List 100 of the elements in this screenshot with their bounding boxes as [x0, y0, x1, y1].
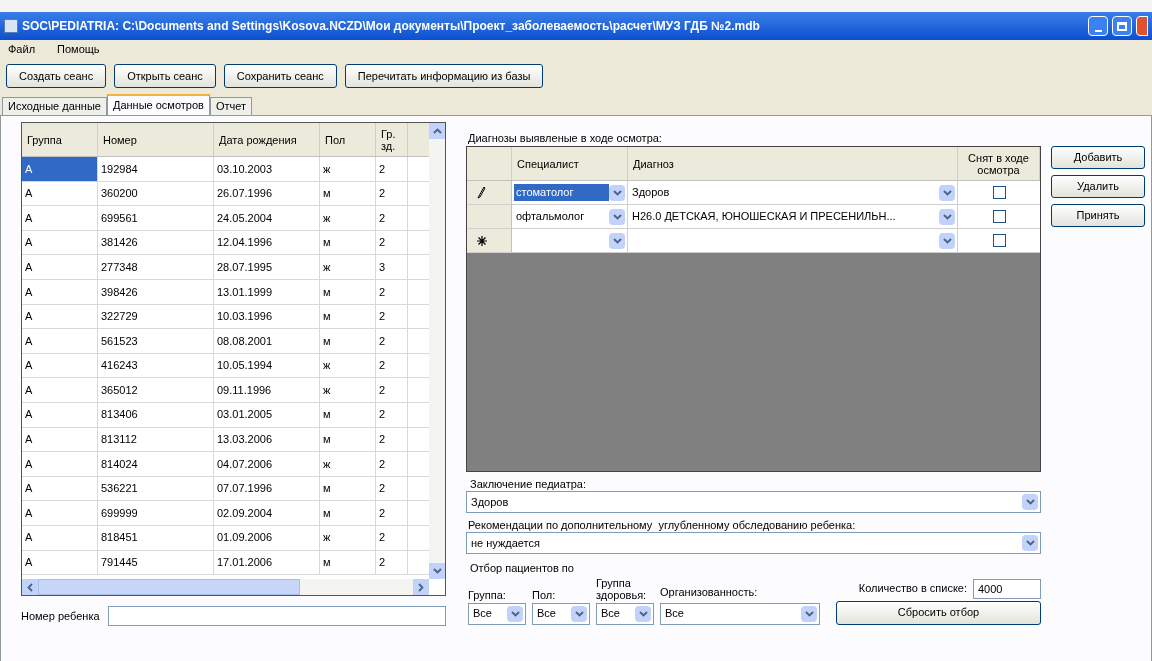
table-cell: A [22, 402, 98, 427]
row-header[interactable] [467, 181, 512, 204]
table-cell: A [22, 230, 98, 255]
table-cell: 365012 [98, 378, 214, 402]
specialist-field[interactable]: офтальмолог [514, 208, 609, 225]
table-cell: 2 [376, 378, 408, 402]
button[interactable]: Сбросить отбор [836, 600, 1041, 625]
table-cell: 813406 [98, 402, 214, 427]
table-cell: 2 [376, 476, 408, 501]
button[interactable]: Открыть сеанс [114, 64, 216, 88]
table-cell: 381426 [98, 230, 214, 255]
count-field[interactable]: 4000 [973, 578, 1041, 599]
recommendations-dropdown[interactable]: не нуждается [466, 532, 1041, 554]
scroll-thumb[interactable] [38, 579, 300, 595]
tab[interactable]: Данные осмотров [106, 94, 210, 115]
table-cell: 10.05.1994 [214, 353, 320, 378]
table-cell: A [22, 427, 98, 452]
child-number-field[interactable] [107, 606, 446, 626]
checkbox[interactable] [992, 210, 1006, 223]
table-cell: 02.09.2004 [214, 501, 320, 525]
table-cell: A [22, 181, 98, 206]
table-cell: ж [320, 353, 376, 378]
conclusion-dropdown[interactable]: Здоров [466, 491, 1041, 513]
table-cell: 2 [376, 181, 408, 206]
table-cell: м [320, 501, 376, 525]
table-cell: м [320, 230, 376, 255]
table-cell: A [22, 304, 98, 329]
filter-dropdown[interactable]: Все [660, 602, 820, 625]
button[interactable]: Удалить [1051, 175, 1145, 198]
scroll-left-icon[interactable] [22, 579, 38, 595]
column-header[interactable]: Гр. зд. [376, 123, 408, 156]
column-header[interactable]: Номер [98, 123, 214, 156]
menu-item[interactable]: Помощь [57, 40, 100, 58]
table-cell: 813112 [98, 427, 214, 452]
table-cell: 699999 [98, 501, 214, 525]
table-cell: м [320, 427, 376, 452]
table-cell: 536221 [98, 476, 214, 501]
column-header[interactable]: Диагноз [628, 147, 958, 180]
table-cell: 2 [376, 353, 408, 378]
section-label: Диагнозы выявленые в ходе осмотра: [467, 131, 663, 146]
field-label: Номер ребенка [21, 608, 100, 624]
table-cell: 791445 [98, 550, 214, 575]
table-cell: A [22, 206, 98, 230]
table-cell: 360200 [98, 181, 214, 206]
maximize-button[interactable] [1112, 16, 1132, 36]
table-cell: A [22, 378, 98, 402]
checkbox[interactable] [992, 234, 1006, 247]
button[interactable]: Добавить [1051, 146, 1145, 169]
table-cell: ж [320, 157, 376, 181]
table-cell: 818451 [98, 525, 214, 550]
table-cell: 2 [376, 304, 408, 329]
table-cell: 192984 [98, 157, 214, 181]
column-header[interactable]: Специалист [512, 147, 628, 180]
column-header[interactable]: Группа [22, 123, 98, 156]
close-button[interactable] [1136, 16, 1148, 36]
table-cell: ж [320, 452, 376, 476]
button[interactable]: Перечитать информацию из базы [344, 64, 544, 88]
field-label: Организованность: [660, 585, 759, 600]
table-cell: 2 [376, 279, 408, 304]
specialist-field[interactable]: стоматолог [514, 184, 609, 201]
table-cell: 13.01.1999 [214, 279, 320, 304]
filter-dropdown[interactable]: Все [532, 602, 590, 625]
table-cell: 2 [376, 157, 408, 181]
filter-dropdown[interactable]: Все [596, 602, 654, 625]
table-cell: 561523 [98, 329, 214, 353]
column-header[interactable]: Пол [320, 123, 376, 156]
diagnosis-field[interactable]: Здоров [630, 184, 939, 201]
filter-dropdown[interactable]: Все [468, 602, 526, 625]
column-header[interactable]: Дата рождения [214, 123, 320, 156]
table-cell: 2 [376, 501, 408, 525]
tab[interactable]: Отчет [209, 97, 253, 115]
diagnosis-field[interactable]: H26.0 ДЕТСКАЯ, ЮНОШЕСКАЯ И ПРЕСЕНИЛЬН... [630, 208, 939, 225]
table-cell: 13.03.2006 [214, 427, 320, 452]
table-cell: A [22, 255, 98, 279]
tab[interactable]: Исходные данные [2, 97, 107, 115]
table-cell: 699561 [98, 206, 214, 230]
table-cell: 01.09.2006 [214, 525, 320, 550]
button[interactable]: Создать сеанс [6, 64, 107, 88]
minimize-button[interactable] [1088, 16, 1108, 36]
scroll-up-icon[interactable] [429, 123, 445, 139]
table-cell: A [22, 353, 98, 378]
scroll-right-icon[interactable] [413, 579, 429, 595]
button[interactable]: Сохранить сеанс [223, 64, 337, 88]
new-row-icon [477, 235, 487, 246]
button[interactable]: Принять [1051, 204, 1145, 227]
row-header[interactable] [467, 229, 512, 252]
column-header[interactable]: Снят в ходе осмотра [958, 147, 1040, 180]
table-cell: 09.11.1996 [214, 378, 320, 402]
table-cell: 2 [376, 402, 408, 427]
table-cell: A [22, 329, 98, 353]
table-cell: 814024 [98, 452, 214, 476]
table-cell: 277348 [98, 255, 214, 279]
table-cell: 2 [376, 230, 408, 255]
table-cell: A [22, 279, 98, 304]
checkbox[interactable] [992, 186, 1006, 199]
scroll-down-icon[interactable] [429, 563, 445, 579]
table-cell: 398426 [98, 279, 214, 304]
menu-item[interactable]: Файл [8, 40, 36, 58]
table-cell: 24.05.2004 [214, 206, 320, 230]
field-label: Рекомендации по дополнительному углубленному обследованию ребенка: [467, 518, 857, 532]
